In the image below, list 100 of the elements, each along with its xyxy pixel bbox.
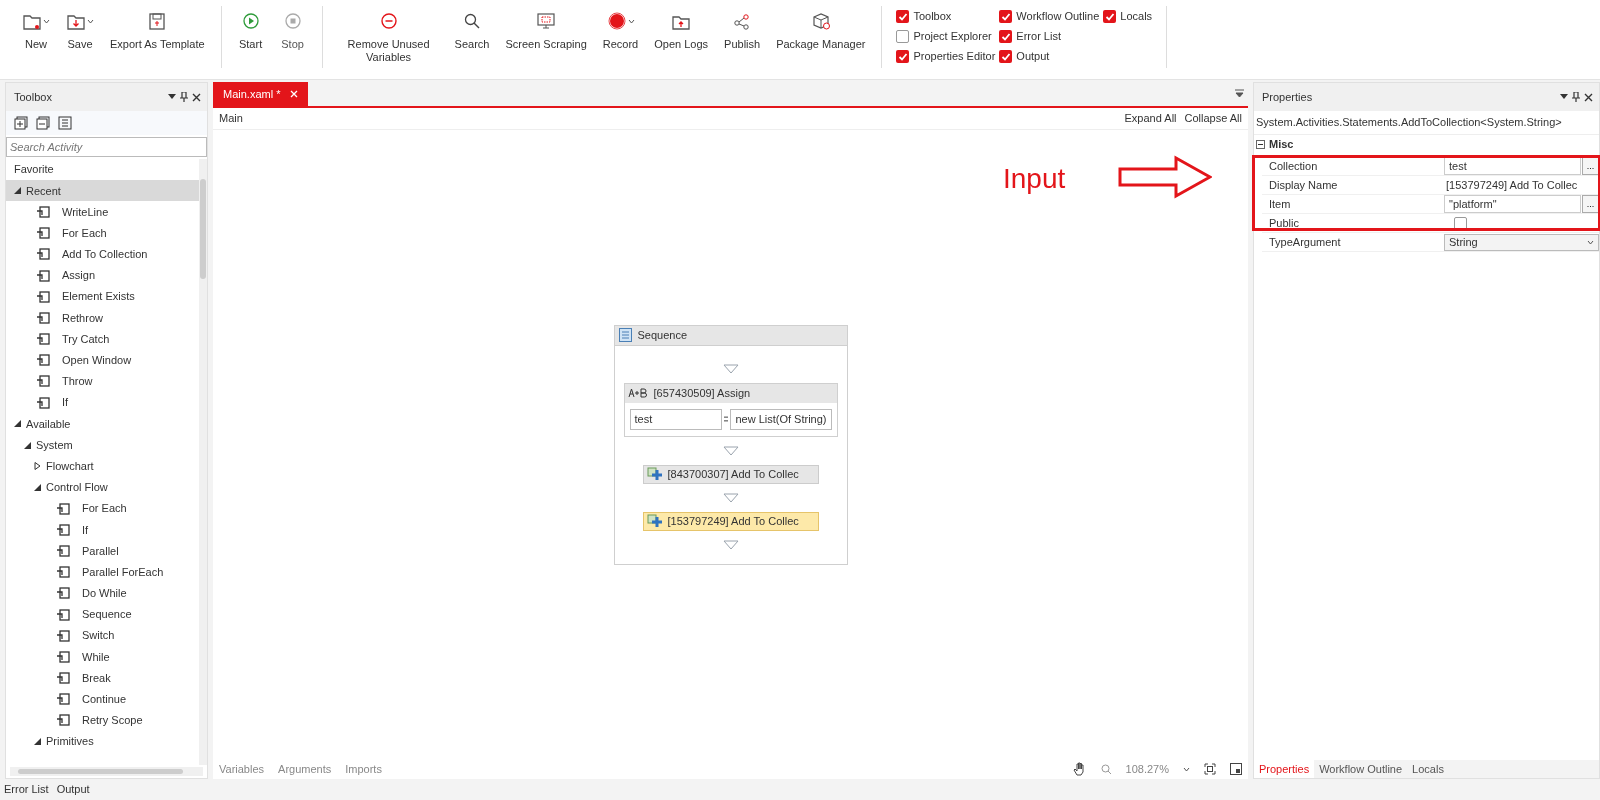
toolbar-button[interactable]: Open Logs (648, 6, 715, 68)
designer-tab[interactable]: Imports (345, 760, 382, 778)
fit-screen-icon[interactable] (1204, 763, 1216, 775)
zoom-level[interactable]: 108.27% (1125, 760, 1169, 778)
collapse-all-link[interactable]: Collapse All (1184, 110, 1242, 127)
minus-circle-icon (378, 11, 399, 31)
activity-item[interactable]: Try Catch (6, 328, 199, 350)
activity-item[interactable]: While (6, 646, 199, 668)
expander-icon[interactable] (14, 187, 21, 195)
toolbar-button[interactable]: Record (596, 6, 645, 68)
toolbar-button[interactable]: Package Manager (770, 6, 872, 68)
panel-checkbox[interactable]: Locals (1103, 8, 1153, 25)
activity-item[interactable]: Retry Scope (6, 709, 199, 732)
status-tab[interactable]: Output (56, 781, 90, 798)
hand-icon[interactable] (1072, 762, 1087, 776)
activity-item[interactable]: Throw (6, 370, 199, 393)
panel-checkbox[interactable]: Error List (999, 28, 1100, 45)
designer-tab[interactable]: Arguments (278, 760, 332, 778)
toolbar-button[interactable]: Remove Unused Variables (332, 6, 445, 68)
check-icon (1000, 31, 1011, 42)
activity-icon (56, 565, 70, 580)
assign-to-field[interactable]: test (629, 408, 722, 430)
toolbar-button[interactable]: Export As Template (104, 6, 211, 68)
activity-title: [843700307] Add To Collec (667, 466, 799, 482)
designer-tab[interactable]: Variables (219, 760, 265, 778)
scrollbar-thumb[interactable] (200, 179, 206, 279)
property-field[interactable]: [153797249] Add To Collec (1444, 176, 1599, 194)
panel-checkbox[interactable]: Properties Editor (896, 48, 996, 65)
add-to-collection-activity[interactable]: [843700307] Add To Collec (642, 464, 819, 484)
panel-checkbox[interactable]: Project Explorer (896, 28, 996, 45)
property-name: Item (1268, 196, 1292, 212)
activity-item[interactable]: If (6, 392, 199, 414)
property-dropdown[interactable]: String (1444, 233, 1599, 251)
dropdown-icon[interactable] (168, 94, 176, 100)
expand-all-link[interactable]: Expand All (1124, 110, 1177, 127)
scrollbar-thumb[interactable] (18, 769, 183, 774)
property-field[interactable]: test (1444, 157, 1581, 175)
dropdown-icon[interactable] (1560, 94, 1568, 100)
category-item[interactable]: Primitives (6, 731, 199, 753)
sequence-title: Sequence (637, 327, 688, 343)
breadcrumb[interactable]: Main (219, 110, 1117, 127)
panel-checkbox[interactable]: Toolbox (896, 8, 996, 25)
category-item[interactable]: Control Flow (6, 476, 199, 498)
activity-item[interactable]: Rethrow (6, 307, 199, 329)
assign-value-field[interactable]: new List(Of String) (730, 408, 832, 430)
activity-item[interactable]: Switch (6, 625, 199, 647)
overview-icon[interactable] (1230, 763, 1242, 775)
category-item[interactable]: System (6, 434, 199, 456)
add-to-collection-activity[interactable]: [153797249] Add To Collec (642, 511, 819, 531)
activity-item[interactable]: Open Window (6, 349, 199, 371)
toolbar-button[interactable]: Screen Scraping (499, 6, 593, 68)
close-icon[interactable] (1584, 92, 1593, 102)
expander-icon[interactable] (34, 462, 41, 471)
activity-item[interactable]: Parallel ForEach (6, 561, 199, 583)
collapse-icon[interactable] (36, 116, 50, 130)
list-icon[interactable] (58, 116, 72, 130)
activity-item[interactable]: Add To Collection (6, 243, 199, 265)
activity-item[interactable]: Assign (6, 264, 199, 287)
panel-tab[interactable]: Properties (1254, 760, 1315, 778)
status-tab[interactable]: Error List (4, 781, 49, 798)
activity-item[interactable]: Sequence (6, 603, 199, 626)
category-item[interactable]: Recent (6, 180, 199, 202)
category-item[interactable]: Favorite (6, 159, 199, 181)
expander-icon[interactable] (24, 441, 31, 449)
category-item[interactable]: Flowchart (6, 455, 199, 477)
activity-icon (36, 268, 50, 283)
expander-icon[interactable] (34, 483, 41, 491)
expand-icon[interactable] (14, 116, 28, 130)
toolbar-button[interactable]: Publish (718, 6, 767, 68)
overflow-icon[interactable] (1235, 89, 1244, 98)
panel-checkbox[interactable]: Workflow Outline (999, 8, 1100, 25)
pin-icon[interactable] (180, 92, 188, 102)
expander-icon[interactable] (14, 420, 21, 428)
activity-item[interactable]: Do While (6, 582, 199, 604)
property-name: Collection (1268, 158, 1319, 174)
activity-item[interactable]: Break (6, 667, 199, 689)
sequence-container[interactable]: Sequence [657430509] Assign test new List(Of String) [843700307] Add To Collec [153797249] Add To Collec (613, 324, 848, 565)
activity-item[interactable]: If (6, 519, 199, 541)
toolbar-button[interactable]: New (16, 6, 56, 68)
assign-activity[interactable]: [657430509] Assign test new List(Of String) (623, 382, 838, 437)
activity-item[interactable]: Element Exists (6, 286, 199, 308)
toolbar-button[interactable]: Start (231, 6, 270, 68)
toolbar-button[interactable]: Save (60, 6, 100, 68)
property-field[interactable]: "platform" (1444, 195, 1581, 213)
panel-checkbox[interactable]: Output (999, 48, 1100, 65)
category-item[interactable]: Available (6, 413, 199, 435)
toolbar-button[interactable]: Search (448, 6, 496, 68)
activity-icon (56, 713, 70, 728)
activity-item[interactable]: For Each (6, 498, 199, 520)
close-icon[interactable] (192, 92, 201, 102)
pin-icon[interactable] (1572, 92, 1580, 102)
search-field[interactable]: Search Activity (6, 137, 207, 157)
activity-item[interactable]: WriteLine (6, 201, 199, 223)
expander-icon[interactable] (34, 738, 41, 746)
collapse-icon[interactable] (1256, 139, 1265, 149)
document-tab[interactable]: Main.xaml * (213, 82, 309, 106)
caret-icon (1587, 239, 1594, 245)
activity-item[interactable]: For Each (6, 222, 199, 244)
activity-item[interactable]: Parallel (6, 540, 199, 562)
activity-item[interactable]: Continue (6, 688, 199, 710)
